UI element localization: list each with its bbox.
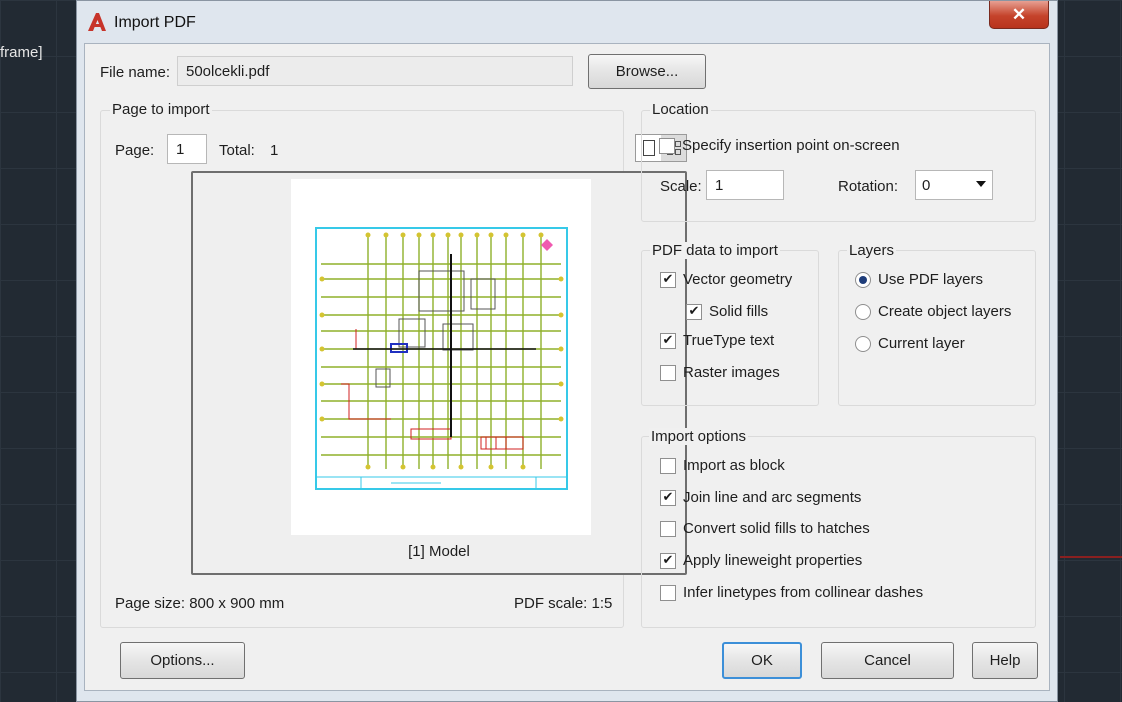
infer-linetypes-label: Infer linetypes from collinear dashes (683, 584, 924, 601)
use-pdf-layers-label: Use PDF layers (878, 271, 984, 288)
vector-geometry-checkbox[interactable]: ✔ (660, 271, 676, 288)
floor-plan-drawing (315, 227, 568, 490)
truetype-text-checkbox[interactable]: ✔ (660, 332, 676, 349)
location-group (641, 110, 1036, 222)
import-as-block-checkbox[interactable] (660, 457, 676, 474)
solid-fills-option[interactable]: ✔ Solid fills (686, 303, 768, 320)
total-value: 1 (270, 142, 279, 159)
cancel-button-label: Cancel (864, 652, 911, 669)
import-as-block-label: Import as block (683, 457, 785, 474)
file-name-field[interactable]: 50olcekli.pdf (177, 56, 573, 86)
file-name-label: File name: (100, 64, 171, 81)
import-options-title: Import options (649, 428, 749, 445)
solid-fills-label: Solid fills (709, 303, 769, 320)
options-button-label: Options... (150, 652, 215, 669)
radio-selected-dot (859, 275, 867, 284)
convert-fills-checkbox[interactable] (660, 520, 676, 537)
specify-insertion-label: Specify insertion point on-screen (682, 137, 900, 154)
dialog-body: File name: 50olcekli.pdf Browse... Page … (84, 43, 1050, 691)
browse-button[interactable]: Browse... (588, 54, 706, 89)
create-object-layers-radio[interactable] (855, 303, 871, 320)
scale-label: Scale: (660, 178, 702, 195)
page-label: Page: (115, 142, 155, 159)
cancel-button[interactable]: Cancel (821, 642, 954, 679)
preview-caption: [1] Model (408, 543, 470, 560)
browse-button-label: Browse... (615, 63, 679, 80)
join-segments-checkbox[interactable]: ✔ (660, 489, 676, 506)
title-bar[interactable]: Import PDF ✕ (77, 1, 1057, 43)
pdf-page-thumbnail[interactable] (291, 179, 591, 535)
truetype-text-label: TrueType text (683, 332, 775, 349)
pdf-data-title: PDF data to import (650, 242, 780, 259)
rotation-dropdown[interactable]: 0 (915, 170, 993, 200)
page-to-import-title: Page to import (110, 101, 212, 118)
location-title: Location (650, 101, 711, 118)
window-title: Import PDF (114, 14, 196, 31)
autocad-a-icon (88, 13, 106, 31)
import-as-block-option[interactable]: Import as block (660, 457, 785, 474)
page-size-text: Page size: 800 x 900 mm (115, 595, 285, 612)
help-button-label: Help (989, 652, 1021, 669)
current-layer-label: Current layer (878, 335, 965, 352)
import-pdf-dialog: Import PDF ✕ File name: 50olcekli.pdf Br… (76, 0, 1058, 702)
current-layer-option[interactable]: Current layer (855, 335, 965, 352)
join-segments-option[interactable]: ✔ Join line and arc segments (660, 489, 861, 506)
create-object-layers-option[interactable]: Create object layers (855, 303, 1011, 320)
raster-images-option[interactable]: Raster images (660, 364, 780, 381)
current-layer-radio[interactable] (855, 335, 871, 352)
options-button[interactable]: Options... (120, 642, 245, 679)
truetype-text-option[interactable]: ✔ TrueType text (660, 332, 774, 349)
pdf-scale-text: PDF scale: 1:5 (514, 595, 613, 612)
pdf-preview-panel[interactable]: [1] Model (191, 171, 687, 575)
close-icon: ✕ (1011, 4, 1027, 24)
dropdown-arrow-icon (976, 181, 986, 187)
apply-lineweight-checkbox[interactable]: ✔ (660, 552, 676, 569)
raster-images-label: Raster images (683, 364, 780, 381)
apply-lineweight-label: Apply lineweight properties (683, 552, 863, 569)
infer-linetypes-checkbox[interactable] (660, 584, 676, 601)
join-segments-label: Join line and arc segments (683, 489, 862, 506)
specify-insertion-checkbox[interactable] (659, 137, 675, 154)
solid-fills-checkbox[interactable]: ✔ (686, 303, 702, 320)
help-button[interactable]: Help (972, 642, 1038, 679)
use-pdf-layers-option[interactable]: Use PDF layers (855, 271, 983, 288)
ok-button[interactable]: OK (722, 642, 802, 679)
scale-field[interactable]: 1 (706, 170, 784, 200)
use-pdf-layers-radio[interactable] (855, 271, 871, 288)
close-button[interactable]: ✕ (989, 1, 1049, 29)
vector-geometry-label: Vector geometry (683, 271, 793, 288)
scale-value: 1 (715, 176, 724, 194)
layers-title: Layers (847, 242, 897, 259)
ok-button-label: OK (751, 652, 773, 669)
raster-images-checkbox[interactable] (660, 364, 676, 381)
vector-geometry-option[interactable]: ✔ Vector geometry (660, 271, 792, 288)
page-number-field[interactable]: 1 (167, 134, 207, 164)
page-number-value: 1 (176, 140, 185, 158)
convert-fills-label: Convert solid fills to hatches (683, 520, 870, 537)
specify-insertion-option[interactable]: Specify insertion point on-screen (659, 137, 900, 154)
total-label: Total: (219, 142, 255, 159)
convert-fills-option[interactable]: Convert solid fills to hatches (660, 520, 870, 537)
rotation-label: Rotation: (838, 178, 899, 195)
rotation-value: 0 (922, 176, 931, 194)
apply-lineweight-option[interactable]: ✔ Apply lineweight properties (660, 552, 862, 569)
background-tab-label: frame] (0, 44, 43, 61)
background-red-line (1060, 556, 1122, 558)
file-name-value: 50olcekli.pdf (186, 62, 270, 80)
infer-linetypes-option[interactable]: Infer linetypes from collinear dashes (660, 584, 923, 601)
create-object-layers-label: Create object layers (878, 303, 1012, 320)
